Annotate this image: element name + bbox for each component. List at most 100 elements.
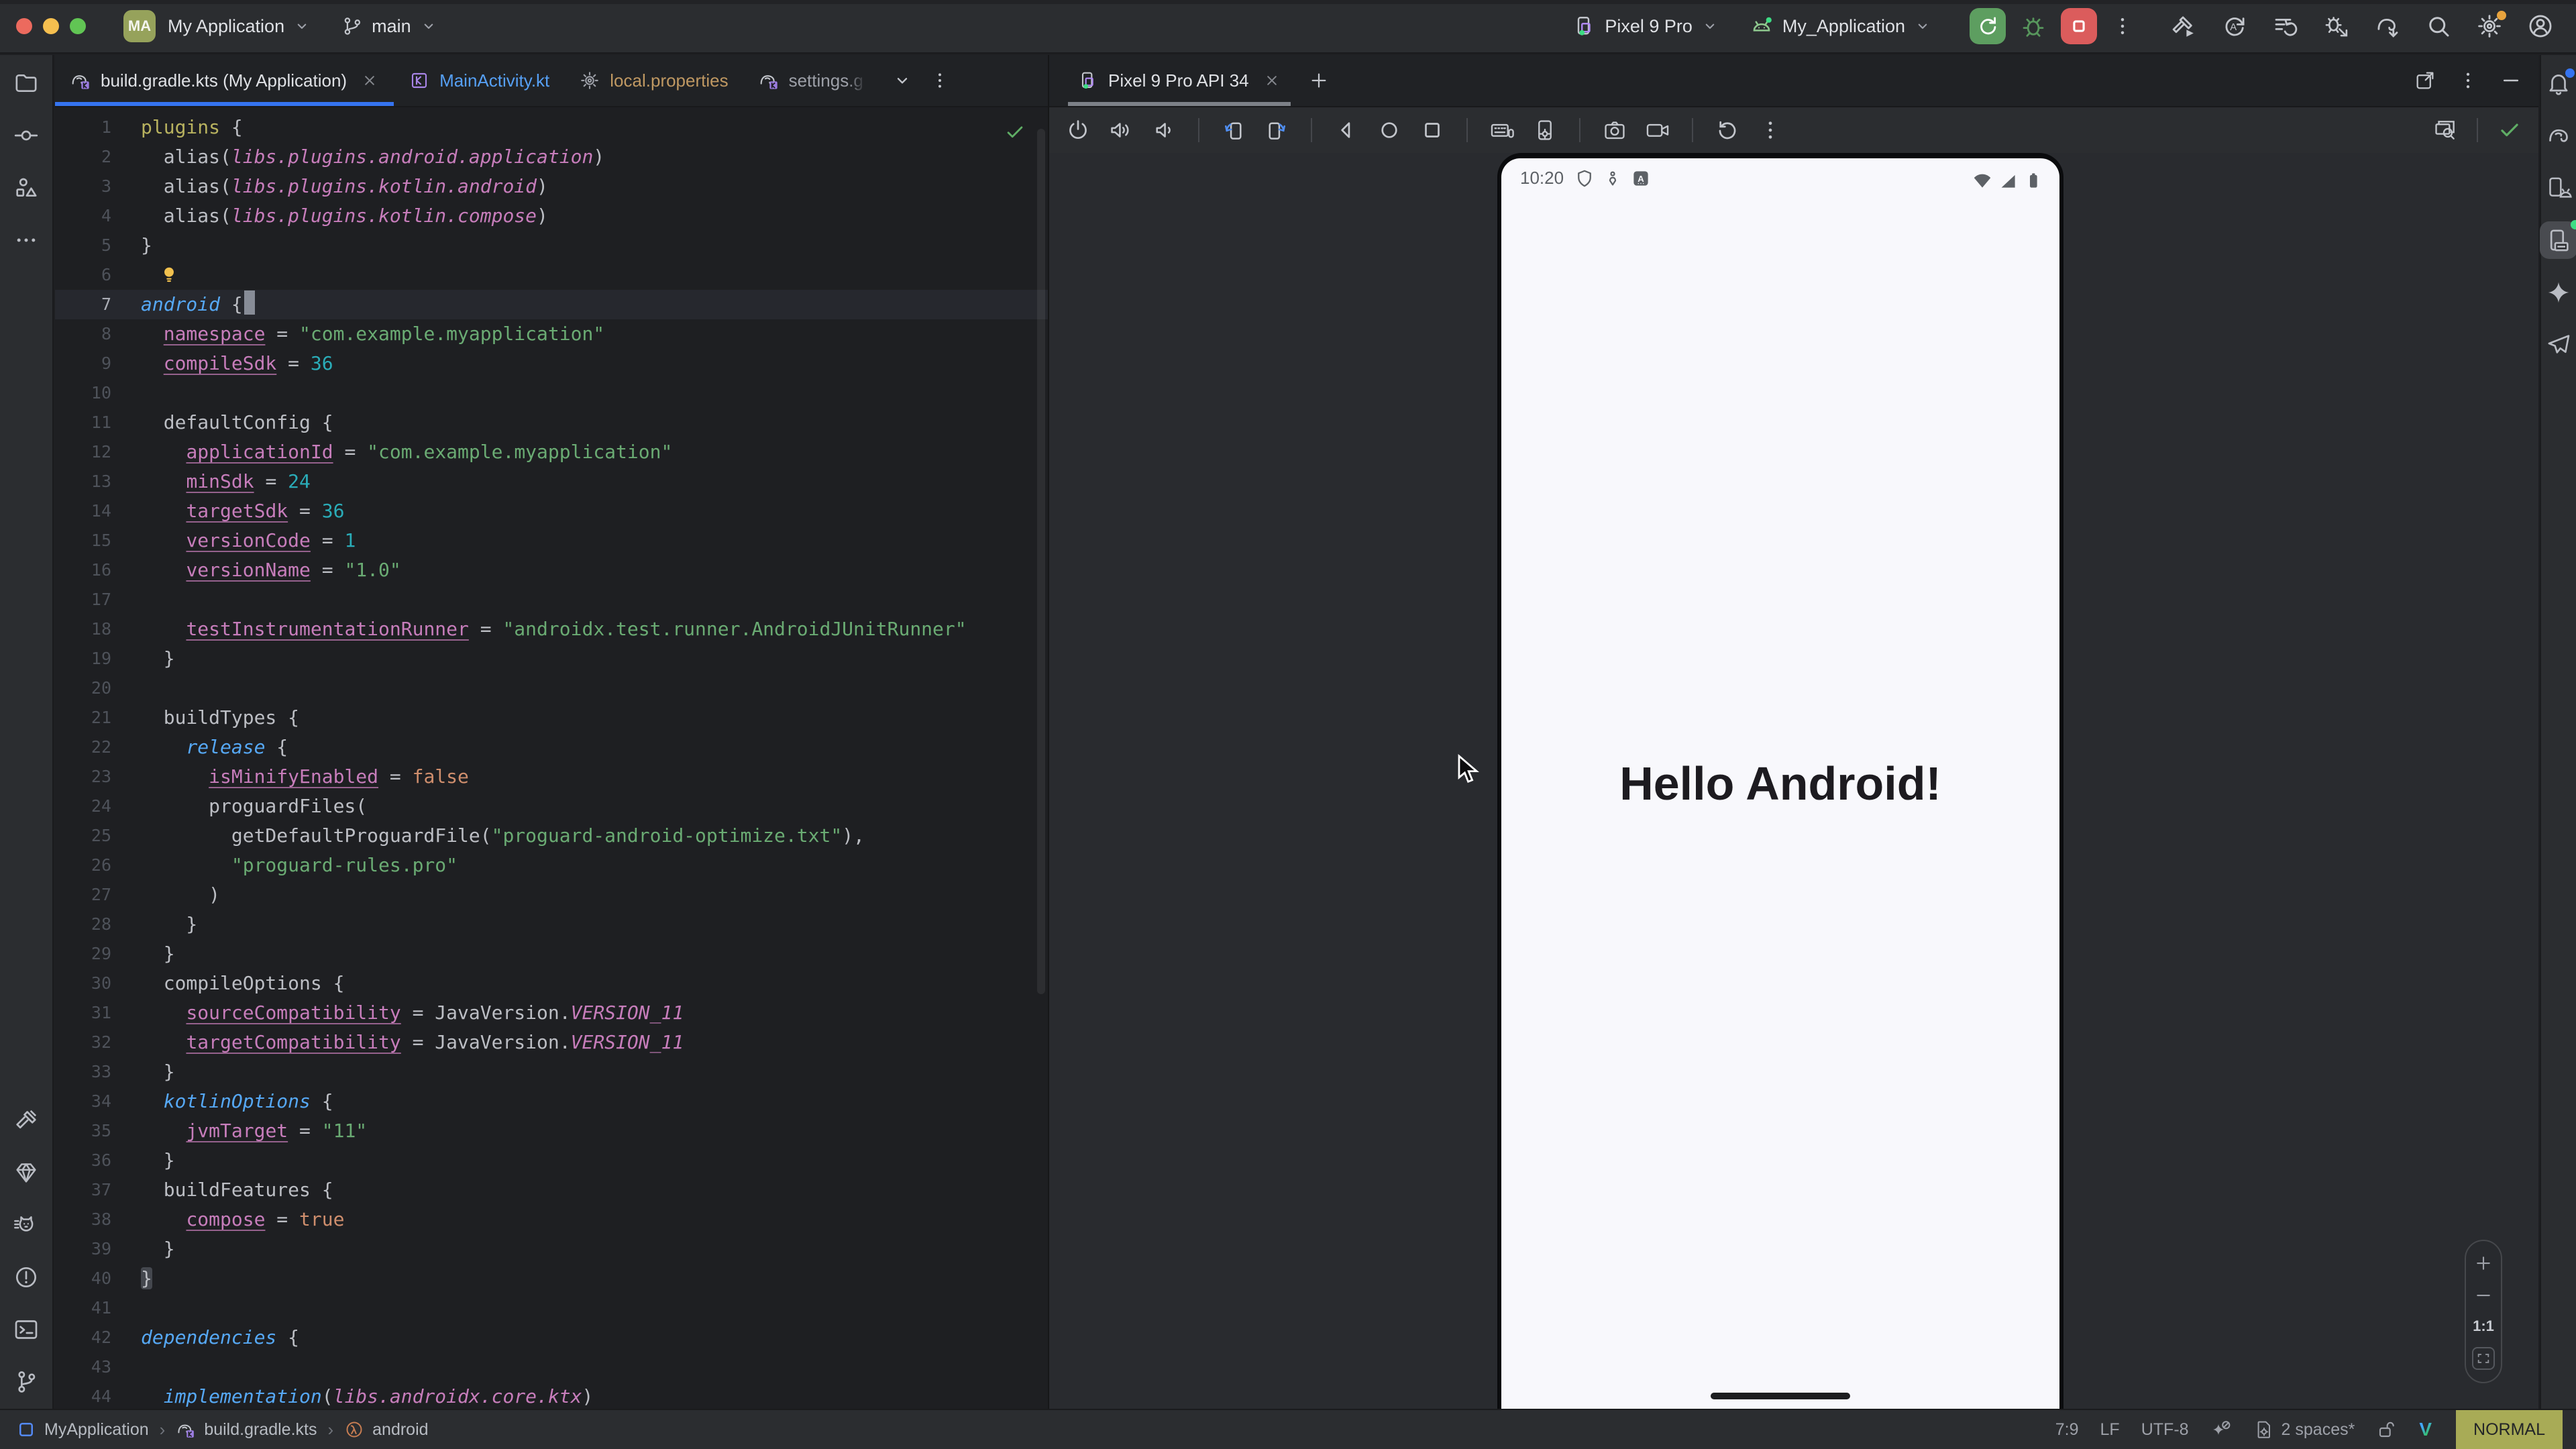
code-line-4[interactable]: 4 alias(libs.plugins.kotlin.compose): [55, 201, 1048, 231]
code-line-17[interactable]: 17: [55, 585, 1048, 614]
device-screen[interactable]: 10:20 Hello Android!: [1501, 158, 2059, 1409]
code-line-12[interactable]: 12 applicationId = "com.example.myapplic…: [55, 437, 1048, 467]
build-variants-icon[interactable]: [13, 1159, 40, 1186]
local-history-icon[interactable]: [2271, 12, 2300, 40]
zoom-to-fit-button[interactable]: [2472, 1347, 2495, 1370]
code-line-3[interactable]: 3 alias(libs.plugins.kotlin.android): [55, 172, 1048, 201]
readonly-unlocked-icon[interactable]: [2376, 1419, 2398, 1440]
commit-icon[interactable]: [13, 122, 40, 149]
minimize-window-button[interactable]: [43, 18, 59, 34]
code-line-39[interactable]: 39 }: [55, 1234, 1048, 1264]
quickfix-bulb-icon[interactable]: [158, 264, 180, 285]
code-line-5[interactable]: 5}: [55, 231, 1048, 260]
chevron-down-icon[interactable]: [892, 70, 913, 91]
code-line-35[interactable]: 35 jvmTarget = "11": [55, 1116, 1048, 1146]
line-ending-widget[interactable]: LF: [2100, 1420, 2120, 1440]
version-control-icon[interactable]: [13, 1368, 40, 1395]
code-line-36[interactable]: 36 }: [55, 1146, 1048, 1175]
tab-mainactivity-kt[interactable]: MainActivity.kt: [394, 55, 564, 106]
add-device-tab[interactable]: [1296, 55, 1342, 106]
ideavim-logo[interactable]: V: [2419, 1419, 2432, 1440]
structure-icon[interactable]: [13, 174, 40, 201]
vim-mode-badge[interactable]: NORMAL: [2456, 1410, 2563, 1449]
problems-icon[interactable]: [13, 1264, 40, 1291]
open-window-icon[interactable]: [2414, 69, 2436, 92]
search-icon[interactable]: [2424, 12, 2453, 40]
logcat-icon[interactable]: [13, 1212, 40, 1238]
more-icon[interactable]: [2457, 69, 2479, 92]
tab-build-gradle-kts[interactable]: build.gradle.kts (My Application): [55, 55, 394, 106]
code-line-15[interactable]: 15 versionCode = 1: [55, 526, 1048, 555]
build-run-icon[interactable]: [2169, 12, 2198, 40]
branch-switcher[interactable]: main: [341, 15, 438, 38]
volume-up-icon[interactable]: [1108, 117, 1134, 143]
screenshot-icon[interactable]: [1602, 117, 1627, 143]
back-icon[interactable]: [1334, 117, 1359, 143]
layout-inspector-icon[interactable]: [2432, 117, 2458, 143]
close-window-button[interactable]: [16, 18, 32, 34]
code-line-11[interactable]: 11 defaultConfig {: [55, 408, 1048, 437]
gradle-sync-icon[interactable]: [2373, 12, 2402, 40]
keyboard-icon[interactable]: [1489, 117, 1515, 143]
build-icon[interactable]: [13, 1107, 40, 1134]
rerun-button[interactable]: [1970, 8, 2006, 44]
encoding-widget[interactable]: UTF-8: [2141, 1420, 2189, 1440]
caret-position-widget[interactable]: 7:9: [2055, 1420, 2079, 1440]
code-line-44[interactable]: 44 implementation(libs.androidx.core.ktx…: [55, 1382, 1048, 1411]
more-tools-icon[interactable]: [13, 227, 40, 254]
running-devices-icon[interactable]: [2540, 221, 2576, 259]
code-line-21[interactable]: 21 buildTypes {: [55, 703, 1048, 733]
app-insights-icon[interactable]: [2545, 331, 2572, 358]
code-line-10[interactable]: 10: [55, 378, 1048, 408]
code-line-20[interactable]: 20: [55, 674, 1048, 703]
close-tab-icon[interactable]: [1263, 71, 1281, 90]
overview-icon[interactable]: [1419, 117, 1445, 143]
code-line-41[interactable]: 41: [55, 1293, 1048, 1323]
rotate-right-icon[interactable]: [1264, 117, 1289, 143]
tab-settings-gradle[interactable]: settings.g: [743, 55, 878, 106]
code-line-16[interactable]: 16 versionName = "1.0": [55, 555, 1048, 585]
code-line-32[interactable]: 32 targetCompatibility = JavaVersion.VER…: [55, 1028, 1048, 1057]
gradle-icon[interactable]: [2545, 122, 2572, 149]
gesture-navigation-handle[interactable]: [1711, 1393, 1850, 1399]
code-line-6[interactable]: 6: [55, 260, 1048, 290]
project-switcher[interactable]: My Application: [168, 16, 311, 37]
code-line-34[interactable]: 34 kotlinOptions {: [55, 1087, 1048, 1116]
code-line-1[interactable]: 1plugins {: [55, 113, 1048, 142]
stop-button[interactable]: [2061, 8, 2097, 44]
volume-down-icon[interactable]: [1151, 117, 1177, 143]
code-line-40[interactable]: 40}: [55, 1264, 1048, 1293]
code-line-23[interactable]: 23 isMinifyEnabled = false: [55, 762, 1048, 792]
code-line-27[interactable]: 27 ): [55, 880, 1048, 910]
code-line-26[interactable]: 26 "proguard-rules.pro": [55, 851, 1048, 880]
breadcrumb-item-android[interactable]: android: [344, 1419, 428, 1440]
ai-assistant-off-icon[interactable]: [2210, 1419, 2232, 1440]
code-line-37[interactable]: 37 buildFeatures {: [55, 1175, 1048, 1205]
code-line-13[interactable]: 13 minSdk = 24: [55, 467, 1048, 496]
code-line-22[interactable]: 22 release {: [55, 733, 1048, 762]
rotate-left-icon[interactable]: [1221, 117, 1246, 143]
zoom-in-icon[interactable]: [2473, 1253, 2493, 1273]
breadcrumb-item-myapplication[interactable]: MyApplication: [16, 1419, 149, 1440]
code-line-8[interactable]: 8 namespace = "com.example.myapplication…: [55, 319, 1048, 349]
breadcrumb-item-build.gradle.kts[interactable]: build.gradle.kts: [176, 1419, 317, 1440]
reload-icon[interactable]: [2220, 12, 2249, 40]
code-line-19[interactable]: 19 }: [55, 644, 1048, 674]
terminal-icon[interactable]: [13, 1316, 40, 1343]
home-icon[interactable]: [1377, 117, 1402, 143]
more-icon[interactable]: [1758, 117, 1783, 143]
indent-widget[interactable]: 2 spaces*: [2253, 1419, 2355, 1440]
more-run-options-icon[interactable]: [2110, 14, 2135, 38]
settings-icon[interactable]: [2475, 12, 2504, 40]
profile-icon[interactable]: [2526, 12, 2555, 40]
device-manager-icon[interactable]: [2545, 174, 2572, 201]
zoom-ratio-label[interactable]: 1:1: [2473, 1318, 2494, 1335]
more-icon[interactable]: [929, 70, 951, 91]
power-icon[interactable]: [1065, 117, 1091, 143]
code-line-2[interactable]: 2 alias(libs.plugins.android.application…: [55, 142, 1048, 172]
restart-icon[interactable]: [1715, 117, 1740, 143]
code-line-31[interactable]: 31 sourceCompatibility = JavaVersion.VER…: [55, 998, 1048, 1028]
code-line-43[interactable]: 43: [55, 1352, 1048, 1382]
code-line-14[interactable]: 14 targetSdk = 36: [55, 496, 1048, 526]
gemini-icon[interactable]: [2545, 279, 2572, 306]
